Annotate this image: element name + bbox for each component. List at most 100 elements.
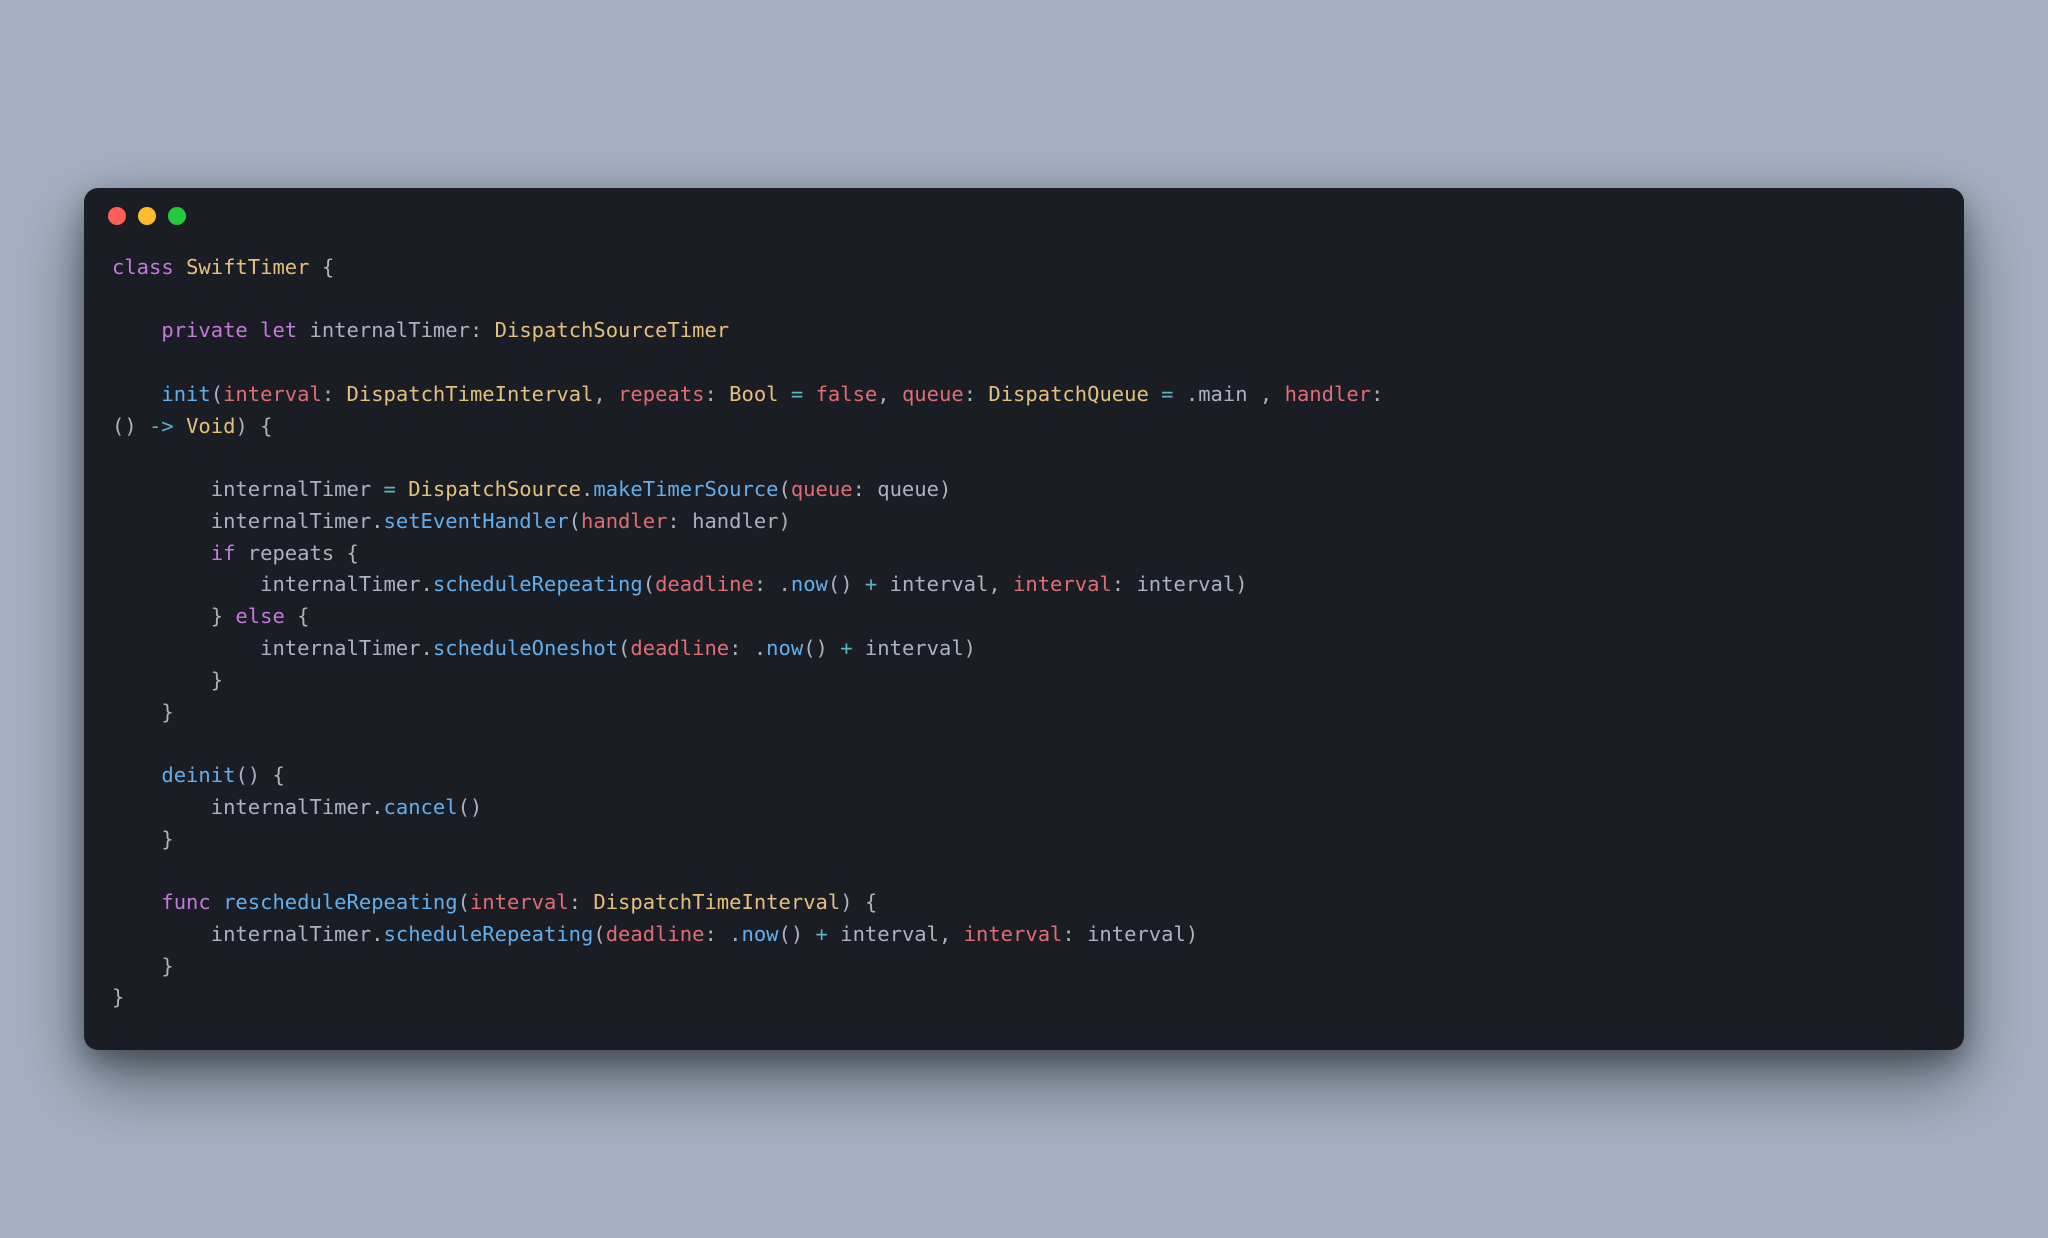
code-token-punct: internalTimer. <box>112 636 433 660</box>
code-token-punct: ) { <box>840 890 877 914</box>
code-token-cyan: + <box>840 636 852 660</box>
code-token-punct: interval) <box>853 636 976 660</box>
code-token-punct: } <box>112 827 174 851</box>
code-token-keyword: else <box>235 604 284 628</box>
code-token-func: now <box>766 636 803 660</box>
code-editor[interactable]: class SwiftTimer { private let internalT… <box>84 244 1964 1050</box>
code-token-param: deadline <box>655 572 754 596</box>
code-token-type: DispatchTimeInterval <box>593 890 840 914</box>
code-token-cyan: + <box>865 572 877 596</box>
code-token-punct: , <box>877 382 902 406</box>
code-token-punct: () <box>803 636 840 660</box>
code-token-punct <box>248 318 260 342</box>
code-token-punct: : interval) <box>1112 572 1248 596</box>
code-token-punct: ( <box>643 572 655 596</box>
code-token-func: now <box>741 922 778 946</box>
code-token-ident: internalTimer: <box>310 318 495 342</box>
code-token-boolfalse: false <box>816 382 878 406</box>
code-token-cyan: = <box>1161 382 1173 406</box>
code-token-punct: : interval) <box>1062 922 1198 946</box>
code-token-punct: : handler) <box>667 509 790 533</box>
code-token-param: interval <box>1013 572 1112 596</box>
code-token-punct <box>112 541 211 565</box>
code-token-punct: : . <box>754 572 791 596</box>
code-token-punct: . <box>1174 382 1199 406</box>
code-token-punct: : <box>322 382 347 406</box>
code-token-punct: () { <box>235 763 284 787</box>
code-window: class SwiftTimer { private let internalT… <box>84 188 1964 1050</box>
code-token-punct: ( <box>618 636 630 660</box>
code-token-punct: } <box>112 954 174 978</box>
code-token-punct: , <box>1260 382 1285 406</box>
maximize-icon[interactable] <box>168 207 186 225</box>
code-token-param: handler <box>581 509 667 533</box>
code-token-punct: ( <box>779 477 791 501</box>
window-titlebar <box>84 188 1964 244</box>
code-token-ident: main <box>1198 382 1260 406</box>
code-token-punct: : <box>569 890 594 914</box>
code-token-punct: } <box>112 604 235 628</box>
code-token-punct: () <box>458 795 483 819</box>
code-token-punct: , <box>593 382 618 406</box>
code-token-punct: : <box>704 382 729 406</box>
code-token-func: cancel <box>384 795 458 819</box>
code-token-punct <box>297 318 309 342</box>
code-token-punct: interval, <box>877 572 1013 596</box>
code-token-punct <box>174 255 186 279</box>
code-token-punct: internalTimer. <box>112 922 384 946</box>
code-token-keyword: func <box>161 890 210 914</box>
code-token-func: rescheduleRepeating <box>223 890 458 914</box>
code-token-func: now <box>791 572 828 596</box>
code-token-punct: interval, <box>828 922 964 946</box>
code-token-param: queue <box>902 382 964 406</box>
code-token-type: Bool <box>729 382 778 406</box>
code-token-punct: ( <box>211 382 223 406</box>
code-token-punct: : . <box>729 636 766 660</box>
code-token-punct: internalTimer <box>112 477 384 501</box>
code-token-punct: : <box>964 382 989 406</box>
code-token-keyword: let <box>260 318 297 342</box>
code-token-keyword: if <box>211 541 236 565</box>
code-token-punct: } <box>112 700 174 724</box>
code-token-punct: { <box>285 604 310 628</box>
code-token-param: queue <box>791 477 853 501</box>
code-token-param: deadline <box>630 636 729 660</box>
code-token-type: DispatchQueue <box>988 382 1148 406</box>
code-token-punct <box>779 382 791 406</box>
code-token-func: scheduleRepeating <box>384 922 594 946</box>
close-icon[interactable] <box>108 207 126 225</box>
code-token-func: scheduleRepeating <box>433 572 643 596</box>
code-token-punct <box>112 382 161 406</box>
code-token-punct <box>803 382 815 406</box>
code-token-param: interval <box>223 382 322 406</box>
code-token-param: repeats <box>618 382 704 406</box>
code-token-punct <box>1149 382 1161 406</box>
code-token-punct: } <box>112 668 223 692</box>
code-token-punct <box>112 763 161 787</box>
code-token-punct: { <box>309 255 334 279</box>
code-token-punct <box>211 890 223 914</box>
code-token-punct: : <box>1371 382 1396 406</box>
code-token-punct: } <box>112 985 124 1009</box>
code-token-type: Void <box>186 414 235 438</box>
code-token-cyan: -> <box>149 414 174 438</box>
code-token-param: handler <box>1285 382 1371 406</box>
code-token-param: interval <box>470 890 569 914</box>
minimize-icon[interactable] <box>138 207 156 225</box>
code-token-punct: internalTimer. <box>112 572 433 596</box>
code-token-func: scheduleOneshot <box>433 636 618 660</box>
code-token-func: deinit <box>161 763 235 787</box>
code-token-punct: repeats { <box>235 541 358 565</box>
code-token-keyword: private <box>161 318 247 342</box>
code-token-punct: () <box>828 572 865 596</box>
code-token-punct <box>112 318 161 342</box>
code-token-punct: () <box>112 414 149 438</box>
code-token-keyword: class <box>112 255 174 279</box>
code-token-punct <box>396 477 408 501</box>
code-token-punct: : . <box>704 922 741 946</box>
code-token-punct: ( <box>458 890 470 914</box>
code-token-punct: () <box>779 922 816 946</box>
code-token-punct: ( <box>569 509 581 533</box>
code-token-type: DispatchSource <box>408 477 581 501</box>
code-token-type: DispatchTimeInterval <box>347 382 594 406</box>
